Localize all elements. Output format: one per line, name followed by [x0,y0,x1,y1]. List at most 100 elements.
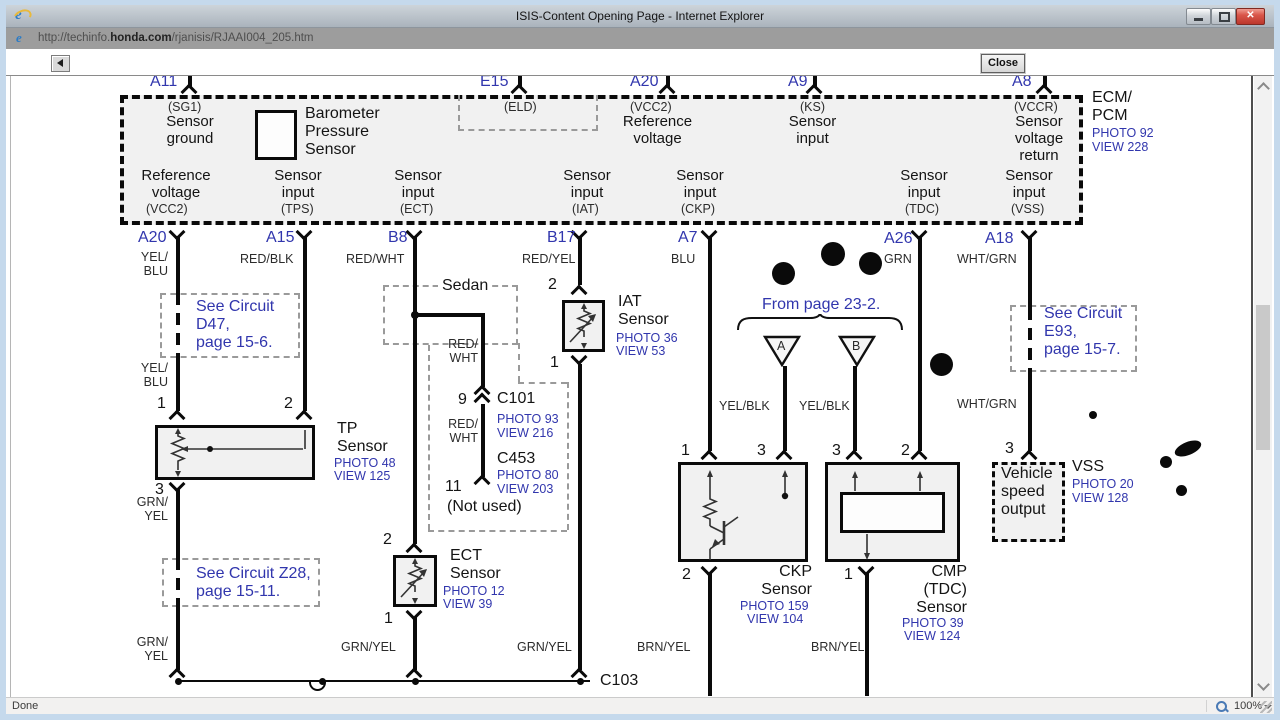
iat-name: IAT Sensor [618,293,669,328]
dashed-boundary [428,530,567,532]
iat-input-code: (IAT) [572,202,599,216]
tp-view-link[interactable]: VIEW 125 [334,469,390,483]
cmp-photo-link[interactable]: PHOTO 39 [902,616,964,630]
wire-blu: BLU [671,252,696,266]
ect-pin-2: 2 [383,531,392,548]
resize-grip[interactable] [1260,701,1272,713]
vss-photo-link[interactable]: PHOTO 20 [1072,477,1134,491]
ect-thermistor-symbol [400,558,427,604]
ect-name: ECT Sensor [450,547,501,582]
tp-photo-link[interactable]: PHOTO 48 [334,456,396,470]
wire-grn-yel-1: GRN/ YEL [136,495,168,523]
status-bar: Done 100% [6,697,1274,714]
ecm-photo-link[interactable]: PHOTO 92 [1092,126,1154,140]
c453-pin-11: 11 [445,478,462,495]
zoom-level[interactable]: 100% [1234,700,1262,712]
wire [708,236,712,451]
scrollbar-up-icon[interactable] [1257,82,1270,95]
iat-photo-link[interactable]: PHOTO 36 [616,331,678,345]
junction-dot [576,677,584,685]
scrollbar-down-icon[interactable] [1257,678,1270,691]
wire-yel-blk-1: YEL/BLK [719,399,770,413]
connector-terminal-icon [570,284,588,302]
ect-view-link[interactable]: VIEW 39 [443,597,492,611]
dashed-boundary [518,343,520,382]
address-bar[interactable]: e http://techinfo.honda.com/rjanisis/RJA… [6,28,1274,50]
dashed-boundary [428,345,430,530]
vss-view-link[interactable]: VIEW 128 [1072,491,1128,505]
ecm-view-link[interactable]: VIEW 228 [1092,140,1148,154]
wire-red-yel: RED/YEL [522,252,576,266]
triangle-b-letter: B [852,339,861,353]
ect-photo-link[interactable]: PHOTO 12 [443,584,505,598]
wire-red-wht-2: RED/ WHT [448,337,478,365]
wire-grn: GRN [884,252,912,266]
iat-view-link[interactable]: VIEW 53 [616,344,665,358]
connector-terminal-icon [700,223,718,241]
connector-terminal-icon [857,559,875,577]
connector-terminal-icon [910,223,928,241]
scrollbar-thumb[interactable] [1256,305,1270,450]
see-circuit-d47-label[interactable]: See Circuit D47, page 15-6. [196,298,274,352]
scan-artifact [930,353,953,376]
connector-terminal-icon [168,223,186,241]
wire-wht-grn-1: WHT/GRN [957,252,1017,266]
wire [1028,236,1032,308]
connector-terminal-icon [295,223,313,241]
connector-terminal-icon [295,409,313,427]
status-separator [1206,700,1207,712]
wire [303,236,307,411]
wire [415,313,485,317]
wire [413,236,417,544]
ks-label: Sensor input [788,113,837,147]
tdc-input-label: Sensor input [900,167,948,201]
see-circuit-e93-label[interactable]: See Circuit E93, page 15-7. [1044,305,1122,359]
tp-potentiometer-symbol [169,428,306,477]
triangle-a-letter: A [777,339,786,353]
vss-name: VSS [1072,458,1105,475]
ckp-photo-link[interactable]: PHOTO 159 [740,599,809,613]
minimize-button[interactable] [1186,8,1211,25]
c101-view-link[interactable]: VIEW 216 [497,426,553,440]
back-arrow-icon [57,59,63,67]
pin-a20: A20 [138,229,167,246]
wire [481,315,485,387]
dashed-boundary [518,382,567,384]
scan-artifact [821,242,845,266]
wire [413,617,417,670]
window-title: ISIS-Content Opening Page - Internet Exp… [515,9,765,23]
iat-thermistor-symbol [569,303,596,349]
wire [1028,370,1032,451]
c453-photo-link[interactable]: PHOTO 80 [497,468,559,482]
connector-terminal-icon [168,409,186,427]
wire [176,236,180,293]
wire-brn-yel-1: BRN/YEL [637,640,691,654]
pin-a7: A7 [678,229,698,246]
ckp-pin-2: 2 [682,566,691,583]
ref-voltage-code: (VCC2) [146,202,188,216]
wire-yel-blu-1: YEL/ BLU [140,250,168,278]
from-page-label[interactable]: From page 23-2. [762,296,880,314]
ckp-view-link[interactable]: VIEW 104 [747,612,803,626]
see-circuit-z28-label[interactable]: See Circuit Z28, page 15-11. [196,565,311,601]
junction-dot [411,677,419,685]
url-text[interactable]: http://techinfo.honda.com/rjanisis/RJAAI… [38,32,314,44]
vertical-scrollbar[interactable] [1254,76,1272,697]
content-right-border [1251,76,1253,697]
close-page-button[interactable]: Close [980,53,1026,74]
wire [176,358,180,411]
wire [783,366,787,451]
wire [578,236,582,285]
back-button[interactable] [51,55,70,72]
c453-view-link[interactable]: VIEW 203 [497,482,553,496]
c101-photo-link[interactable]: PHOTO 93 [497,412,559,426]
cmp-view-link[interactable]: VIEW 124 [904,629,960,643]
wire-wht-grn-2: WHT/GRN [957,397,1017,411]
wire [176,293,180,358]
restore-button[interactable] [1211,8,1236,25]
close-window-button[interactable]: ✕ [1236,8,1265,25]
title-bar[interactable]: e ISIS-Content Opening Page - Internet E… [6,5,1274,28]
scan-artifact [1176,485,1187,496]
pin-a15: A15 [266,229,295,246]
sg1-code: (SG1) [168,100,202,114]
